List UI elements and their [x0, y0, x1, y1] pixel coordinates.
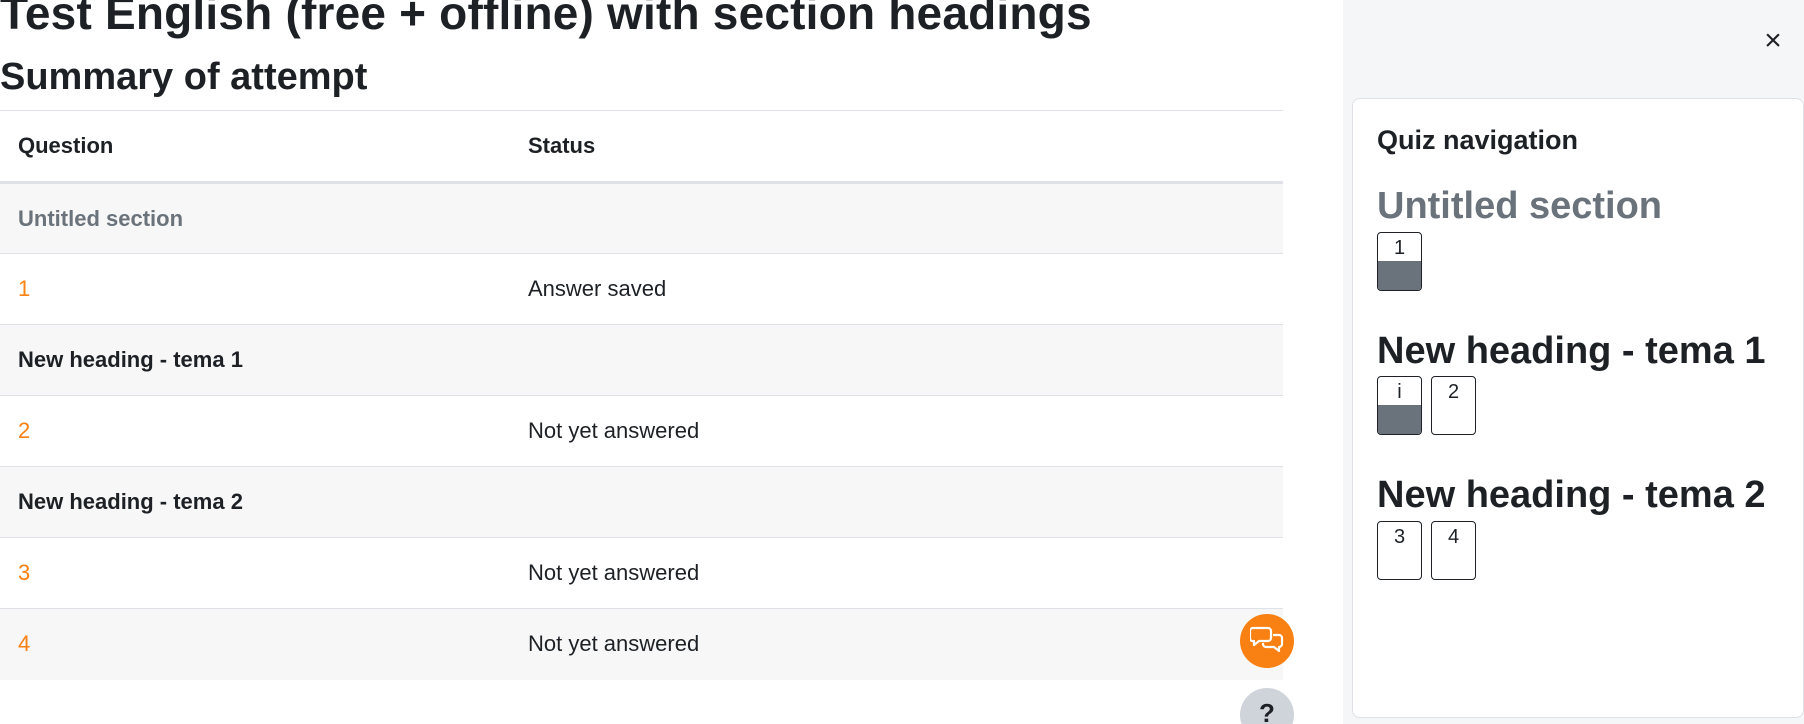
question-nav-label: 3 — [1393, 525, 1406, 548]
question-status: Not yet answered — [510, 537, 1283, 609]
table-row: 1 Answer saved — [0, 253, 1283, 325]
section-heading-row: Untitled section — [0, 182, 1283, 254]
quiz-navigation-title: Quiz navigation — [1377, 125, 1579, 155]
question-nav-button[interactable]: 4 — [1431, 520, 1476, 580]
question-nav-button[interactable]: 2 — [1431, 376, 1476, 436]
page: Test English (free + offline) with secti… — [0, 0, 1804, 724]
nav-question-buttons: 1 — [1377, 231, 1779, 291]
question-nav-label: 2 — [1447, 381, 1460, 404]
section-heading: Untitled section — [0, 182, 1283, 254]
question-nav-label: i — [1397, 381, 1402, 404]
table-row: 3 Not yet answered — [0, 537, 1283, 609]
section-heading-row: New heading - tema 2 — [0, 466, 1283, 538]
quiz-title: Test English (free + offline) with secti… — [0, 0, 1092, 39]
column-header-question: Question — [0, 110, 510, 184]
help-button[interactable]: ? — [1240, 688, 1294, 724]
table-row: 2 Not yet answered — [0, 395, 1283, 467]
question-link[interactable]: 2 — [18, 418, 30, 443]
nav-section-title: Untitled section — [1377, 185, 1663, 227]
summary-table: Question Status Untitled section 1 Answe… — [0, 110, 1283, 680]
question-nav-button[interactable]: 3 — [1377, 520, 1422, 580]
answered-indicator — [1378, 260, 1421, 290]
nav-section-title: New heading - tema 1 — [1377, 329, 1766, 372]
chat-bubbles-icon — [1248, 624, 1284, 659]
messaging-button[interactable] — [1240, 614, 1294, 668]
main-content: Test English (free + offline) with secti… — [0, 0, 1294, 724]
section-heading: New heading - tema 1 — [0, 324, 1283, 396]
table-header-row: Question Status — [0, 110, 1283, 184]
question-nav-button[interactable]: i — [1377, 376, 1422, 436]
column-header-status: Status — [510, 110, 1283, 184]
section-heading-row: New heading - tema 1 — [0, 324, 1283, 396]
question-nav-button[interactable]: 1 — [1377, 231, 1422, 291]
answered-indicator — [1378, 405, 1421, 435]
nav-question-buttons: 3 4 — [1377, 520, 1779, 580]
section-heading: New heading - tema 2 — [0, 466, 1283, 538]
question-status: Answer saved — [510, 253, 1283, 325]
table-row: 4 Not yet answered — [0, 608, 1283, 680]
question-link[interactable]: 1 — [18, 276, 30, 301]
quiz-navigation-block: Quiz navigation Untitled section 1 New h… — [1352, 98, 1804, 718]
question-nav-label: 1 — [1393, 236, 1406, 259]
close-icon[interactable]: × — [1758, 26, 1788, 56]
question-status: Not yet answered — [510, 395, 1283, 467]
nav-section-title: New heading - tema 2 — [1377, 474, 1766, 517]
question-link[interactable]: 3 — [18, 560, 30, 585]
question-nav-label: 4 — [1447, 525, 1460, 548]
summary-title: Summary of attempt — [0, 56, 368, 98]
question-link[interactable]: 4 — [18, 631, 30, 656]
question-status: Not yet answered — [510, 608, 1283, 680]
nav-question-buttons: i 2 — [1377, 376, 1779, 436]
